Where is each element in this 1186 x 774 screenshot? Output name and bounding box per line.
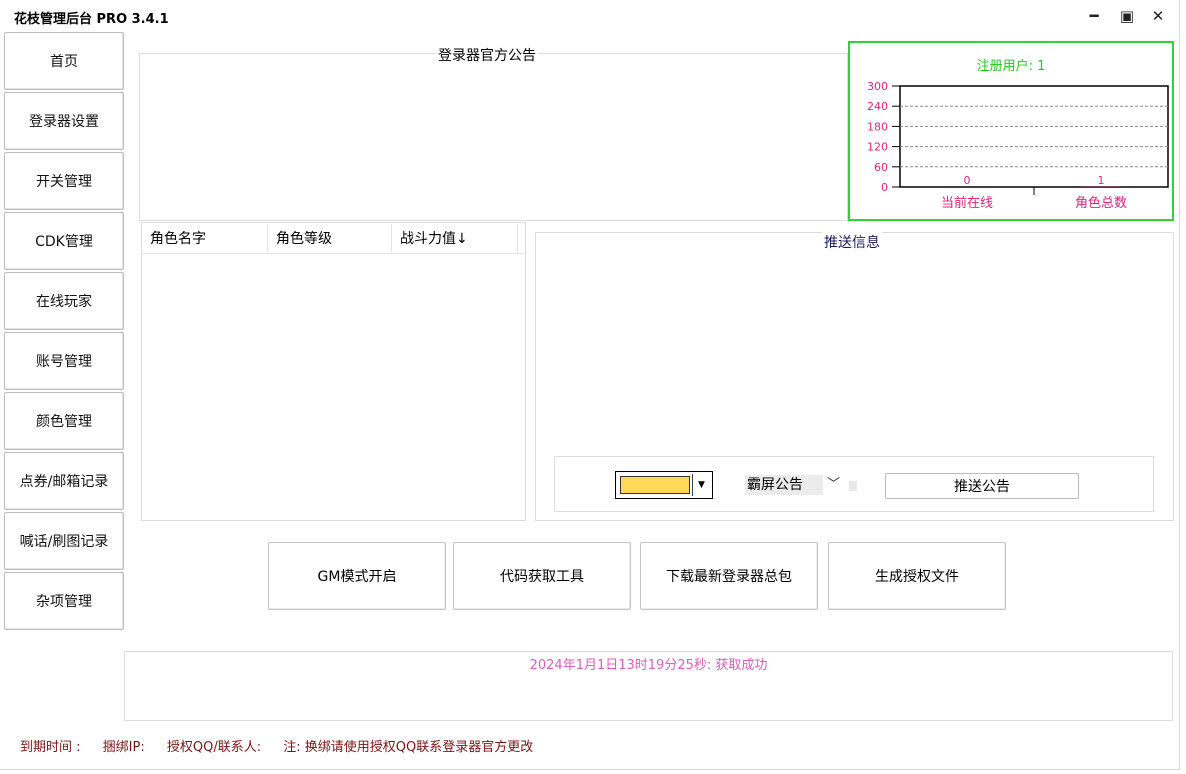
push-controls: ▼ 霸屏公告 ﹀ 推送公告: [554, 456, 1154, 512]
y-tick-label: 120: [867, 141, 888, 154]
sidebar-item-cdk-management[interactable]: CDK管理: [4, 212, 124, 270]
chevron-down-icon[interactable]: ▼: [692, 474, 710, 496]
sidebar-item-coupon-mail-records[interactable]: 点券/邮箱记录: [4, 452, 124, 510]
auth-qq-label: 授权QQ/联系人:: [166, 740, 262, 755]
rebind-note: 注: 换绑请使用授权QQ联系登录器官方更改: [283, 740, 534, 755]
app-window: 花枝管理后台 PRO 3.4.1 ━ ▣ ✕ 首页 登录器设置 开关管理 CDK…: [0, 0, 1180, 770]
sidebar-item-misc-management[interactable]: 杂项管理: [4, 572, 124, 630]
status-bar: 到期时间 : 捆绑IP: 授权QQ/联系人: 注: 换绑请使用授权QQ联系登录器…: [20, 736, 551, 755]
color-picker-select[interactable]: ▼: [615, 471, 713, 499]
window-title: 花枝管理后台 PRO 3.4.1: [14, 12, 169, 27]
sidebar-item-launcher-settings[interactable]: 登录器设置: [4, 92, 124, 150]
announcement-panel: [139, 53, 848, 221]
minimize-icon[interactable]: ━: [1084, 6, 1104, 26]
sidebar-item-account-management[interactable]: 账号管理: [4, 332, 124, 390]
players-table-header: 角色名字 角色等级 战斗力值↓: [142, 224, 524, 254]
announcement-title: 登录器官方公告: [436, 45, 538, 65]
x-category-label-1: 角色总数: [1075, 195, 1127, 211]
gm-mode-button[interactable]: GM模式开启: [268, 542, 446, 610]
y-tick-label: 60: [874, 161, 888, 174]
registered-users-chart: 注册用户: 1 0 60 120 180 240 300 0 当前在线 1 角色总数: [848, 41, 1174, 221]
data-label-0: 0: [964, 174, 971, 187]
stats-chart-svg: 0 60 120 180 240 300 0 当前在线 1 角色总数: [867, 80, 1169, 211]
code-tool-button[interactable]: 代码获取工具: [453, 542, 631, 610]
log-box[interactable]: 2024年1月1日13时19分25秒: 获取成功: [124, 651, 1173, 721]
sidebar-item-home[interactable]: 首页: [4, 32, 124, 90]
chevron-down-icon[interactable]: ﹀: [827, 473, 840, 492]
sidebar-item-shout-records[interactable]: 喊话/刷图记录: [4, 512, 124, 570]
column-header-role-level[interactable]: 角色等级: [268, 224, 392, 254]
plot-frame: [899, 85, 1169, 188]
y-tick-label: 180: [867, 120, 888, 133]
y-tick-label: 300: [867, 80, 888, 93]
generate-license-button[interactable]: 生成授权文件: [828, 542, 1006, 610]
download-launcher-button[interactable]: 下载最新登录器总包: [640, 542, 818, 610]
maximize-icon[interactable]: ▣: [1117, 6, 1137, 26]
bind-ip-label: 捆绑IP:: [102, 740, 145, 755]
x-category-label-0: 当前在线: [941, 195, 993, 211]
log-line: 2024年1月1日13时19分25秒: 获取成功: [529, 658, 768, 673]
push-announcement-button[interactable]: 推送公告: [885, 473, 1079, 499]
select-tail: [849, 481, 857, 491]
sidebar-item-online-players[interactable]: 在线玩家: [4, 272, 124, 330]
column-header-combat-power[interactable]: 战斗力值↓: [392, 224, 518, 254]
sidebar-item-switch-management[interactable]: 开关管理: [4, 152, 124, 210]
y-tick-label: 240: [867, 100, 888, 113]
y-tick-label: 0: [881, 181, 888, 194]
column-header-role-name[interactable]: 角色名字: [142, 224, 268, 254]
push-mode-select[interactable]: 霸屏公告 ﹀: [743, 473, 857, 497]
push-mode-value: 霸屏公告: [745, 475, 823, 495]
title-bar[interactable]: 花枝管理后台 PRO 3.4.1 ━ ▣ ✕: [0, 0, 1180, 32]
color-swatch: [620, 476, 690, 494]
data-label-1: 1: [1098, 174, 1105, 187]
push-info-title: 推送信息: [822, 232, 882, 252]
sidebar-item-color-management[interactable]: 颜色管理: [4, 392, 124, 450]
players-table[interactable]: [141, 222, 526, 521]
close-icon[interactable]: ✕: [1148, 6, 1168, 26]
expiry-label: 到期时间 :: [20, 740, 81, 755]
